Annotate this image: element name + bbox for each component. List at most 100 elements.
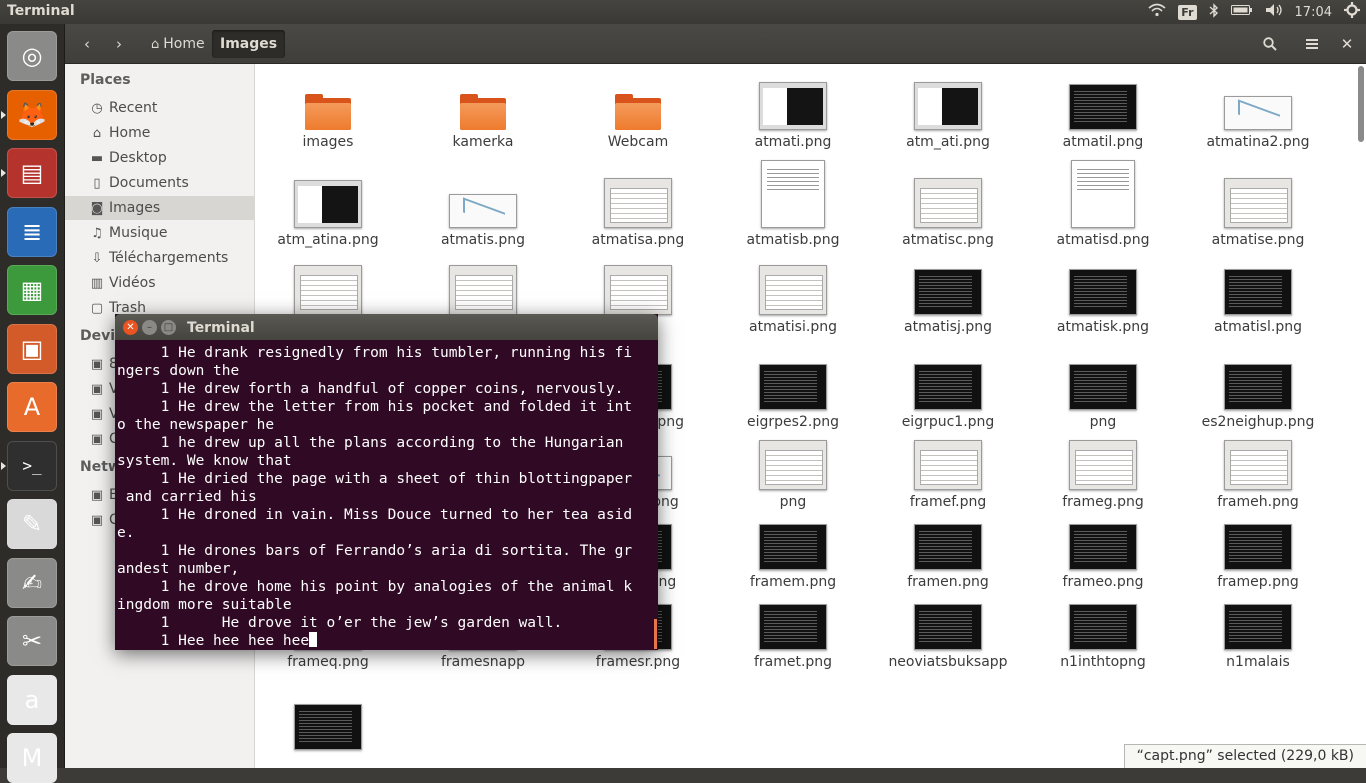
file-label: frameo.png <box>1028 574 1178 590</box>
file-item[interactable] <box>255 694 403 754</box>
terminal-window[interactable]: ✕ – □ Terminal 1 He drank resignedly fro… <box>115 314 658 650</box>
file-item[interactable]: atm_atina.png <box>255 172 403 248</box>
file-item[interactable]: atm_ati.png <box>873 74 1023 150</box>
sidebar-item-label: Desktop <box>109 150 167 166</box>
libreoffice-calc-launcher-button[interactable]: ▦ <box>7 265 57 315</box>
terminal-minimize-button[interactable]: – <box>142 320 157 335</box>
sidebar-item-desktop[interactable]: ▬Desktop <box>65 146 254 170</box>
terminal-output[interactable]: 1 He drank resignedly from his tumbler, … <box>115 342 656 650</box>
file-item[interactable]: es2neighup.png <box>1183 354 1333 430</box>
search-button[interactable] <box>1256 30 1284 58</box>
libreoffice-calc-icon: ▦ <box>21 276 44 304</box>
amazon-launcher-button[interactable]: a <box>7 675 57 725</box>
terminal-line: system. We know that <box>117 452 654 470</box>
folder-icon <box>305 94 351 130</box>
file-item[interactable]: kamerka <box>408 74 558 150</box>
file-item[interactable]: framet.png <box>718 594 868 670</box>
breadcrumb-home[interactable]: ⌂ Home <box>143 30 213 58</box>
file-item[interactable]: framef.png <box>873 434 1023 510</box>
firefox-launcher-button[interactable]: 🦊 <box>7 90 57 140</box>
battery-icon[interactable] <box>1231 4 1253 20</box>
scrollbar-thumb[interactable] <box>1358 66 1364 142</box>
terminal-scrollbar[interactable] <box>654 619 657 649</box>
tools-launcher-button[interactable]: ✂ <box>7 616 57 666</box>
file-item[interactable]: framem.png <box>718 514 868 590</box>
file-item[interactable]: atmatisc.png <box>873 172 1023 248</box>
terminal-close-button[interactable]: ✕ <box>123 320 138 335</box>
image-thumbnail <box>449 194 517 228</box>
sidebar-item-t-l-chargements[interactable]: ⇩Téléchargements <box>65 246 254 270</box>
keyboard-layout-indicator[interactable]: Fr <box>1178 5 1196 20</box>
file-item[interactable]: atmatisj.png <box>873 259 1023 335</box>
file-item[interactable]: atmatis.png <box>408 172 558 248</box>
file-item[interactable]: atmatisk.png <box>1028 259 1178 335</box>
file-item[interactable]: images <box>255 74 403 150</box>
ubuntu-dash-launcher-button[interactable]: ◎ <box>7 31 57 81</box>
gear-icon[interactable] <box>1344 2 1360 22</box>
terminal-launcher-button[interactable]: >_ <box>7 441 57 491</box>
file-item[interactable]: atmatisb.png <box>718 172 868 248</box>
file-label: n1inthtopng <box>1028 654 1178 670</box>
terminal-line: 1 he drew up all the plans according to … <box>117 434 654 452</box>
breadcrumb-current[interactable]: Images <box>212 30 285 58</box>
file-label: png <box>1028 414 1178 430</box>
file-label: atmatisl.png <box>1183 319 1333 335</box>
terminal-line: 1 He drones bars of Ferrando’s aria di s… <box>117 542 654 560</box>
volume-icon[interactable] <box>1265 3 1283 21</box>
libreoffice-writer-launcher-button[interactable]: ≣ <box>7 207 57 257</box>
file-item[interactable]: atmatisl.png <box>1183 259 1333 335</box>
image-thumbnail <box>1224 364 1292 410</box>
file-label: atmatise.png <box>1183 232 1333 248</box>
bluetooth-icon[interactable] <box>1209 3 1219 22</box>
image-thumbnail <box>914 178 982 228</box>
clock[interactable]: 17:04 <box>1295 5 1332 20</box>
file-item[interactable]: framep.png <box>1183 514 1333 590</box>
file-item[interactable]: png <box>718 434 868 510</box>
text-editor-launcher-button[interactable]: ✍ <box>7 558 57 608</box>
sidebar-item-home[interactable]: ⌂Home <box>65 121 254 145</box>
scrollbar[interactable] <box>1356 64 1366 768</box>
terminal-line: andest number, <box>117 560 654 578</box>
sidebar-item-vid-os[interactable]: ▥Vidéos <box>65 271 254 295</box>
file-item[interactable]: n1inthtopng <box>1028 594 1178 670</box>
back-button[interactable]: ‹ <box>73 30 101 58</box>
file-item[interactable]: frameh.png <box>1183 434 1333 510</box>
software-center-launcher-button[interactable]: A <box>7 382 57 432</box>
file-item[interactable]: frameg.png <box>1028 434 1178 510</box>
file-label: atmatisb.png <box>718 232 868 248</box>
forward-button[interactable]: › <box>105 30 133 58</box>
file-item[interactable] <box>408 259 558 319</box>
close-window-button[interactable]: ✕ <box>1337 30 1357 58</box>
file-item[interactable]: atmati.png <box>718 74 868 150</box>
file-item[interactable]: framen.png <box>873 514 1023 590</box>
running-indicator <box>1 111 5 118</box>
file-item[interactable]: atmatisa.png <box>563 172 713 248</box>
terminal-titlebar[interactable]: ✕ – □ Terminal <box>115 314 658 340</box>
file-item[interactable]: atmatisi.png <box>718 259 868 335</box>
file-item[interactable]: eigrpes2.png <box>718 354 868 430</box>
file-item[interactable]: frameo.png <box>1028 514 1178 590</box>
file-item[interactable]: atmatina2.png <box>1183 74 1333 150</box>
file-item[interactable] <box>255 259 403 319</box>
wifi-icon[interactable] <box>1148 3 1166 21</box>
file-item[interactable]: atmatise.png <box>1183 172 1333 248</box>
sidebar-item-documents[interactable]: ▯Documents <box>65 171 254 195</box>
file-item[interactable]: atmatisd.png <box>1028 172 1178 248</box>
sidebar-item-musique[interactable]: ♫Musique <box>65 221 254 245</box>
pdf-reader-launcher-button[interactable]: ✎ <box>7 499 57 549</box>
files-launcher-button[interactable]: ▤ <box>7 148 57 198</box>
view-menu-button[interactable] <box>1298 30 1326 58</box>
libreoffice-impress-launcher-button[interactable]: ▣ <box>7 324 57 374</box>
file-item[interactable]: png <box>1028 354 1178 430</box>
gmail-launcher-button[interactable]: M <box>7 733 57 783</box>
file-item[interactable]: eigrpuc1.png <box>873 354 1023 430</box>
file-item[interactable]: n1malais <box>1183 594 1333 670</box>
file-item[interactable]: neoviatsbuksapp <box>873 594 1023 670</box>
image-thumbnail <box>914 604 982 650</box>
file-item[interactable]: Webcam <box>563 74 713 150</box>
sidebar-item-images[interactable]: ◙Images <box>65 196 254 220</box>
terminal-maximize-button[interactable]: □ <box>161 320 176 335</box>
sidebar-item-recent[interactable]: ◷Recent <box>65 96 254 120</box>
image-thumbnail <box>759 604 827 650</box>
file-item[interactable]: atmatil.png <box>1028 74 1178 150</box>
